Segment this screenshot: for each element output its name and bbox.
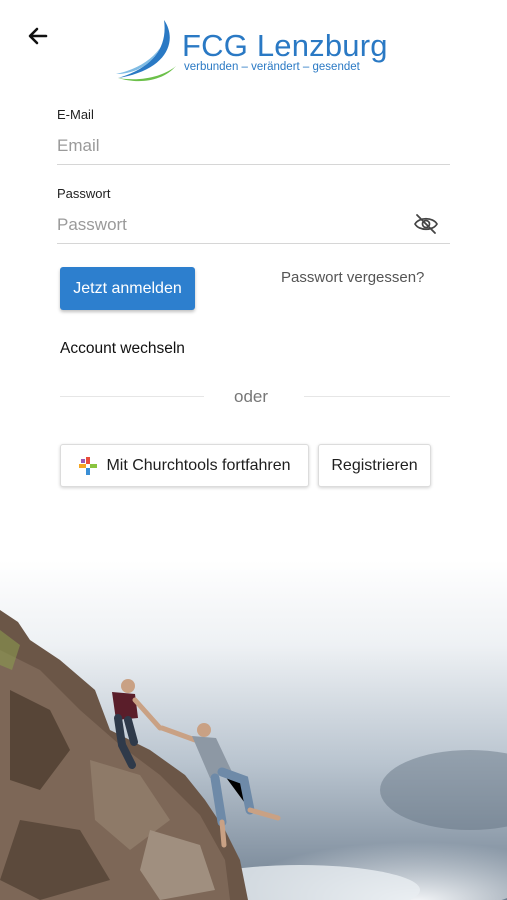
switch-account-link[interactable]: Account wechseln [60,340,185,358]
hero-climbers-photo [0,560,507,900]
arrow-left-icon [28,27,48,45]
logo-brand-text: FCG Lenzburg [182,28,388,63]
divider-line-right [304,396,450,397]
logo: FCG Lenzburg verbunden – verändert – ges… [112,18,402,84]
back-button[interactable] [22,20,54,52]
churchtools-cross-icon [79,456,98,475]
password-label: Passwort [57,186,111,201]
login-button[interactable]: Jetzt anmelden [60,267,195,310]
logo-swoosh-icon [116,20,176,82]
churchtools-button[interactable]: Mit Churchtools fortfahren [60,444,309,487]
eye-off-icon [414,214,438,234]
forgot-password-link[interactable]: Passwort vergessen? [281,269,424,286]
email-label: E-Mail [57,107,94,122]
divider-text: oder [234,387,269,406]
churchtools-button-label: Mit Churchtools fortfahren [106,456,291,474]
register-button[interactable]: Registrieren [318,444,431,487]
password-field[interactable] [57,207,450,244]
password-visibility-toggle[interactable] [413,213,439,235]
email-field[interactable] [57,128,450,165]
divider-line-left [60,396,204,397]
logo-tagline: verbunden – verändert – gesendet [184,61,360,73]
